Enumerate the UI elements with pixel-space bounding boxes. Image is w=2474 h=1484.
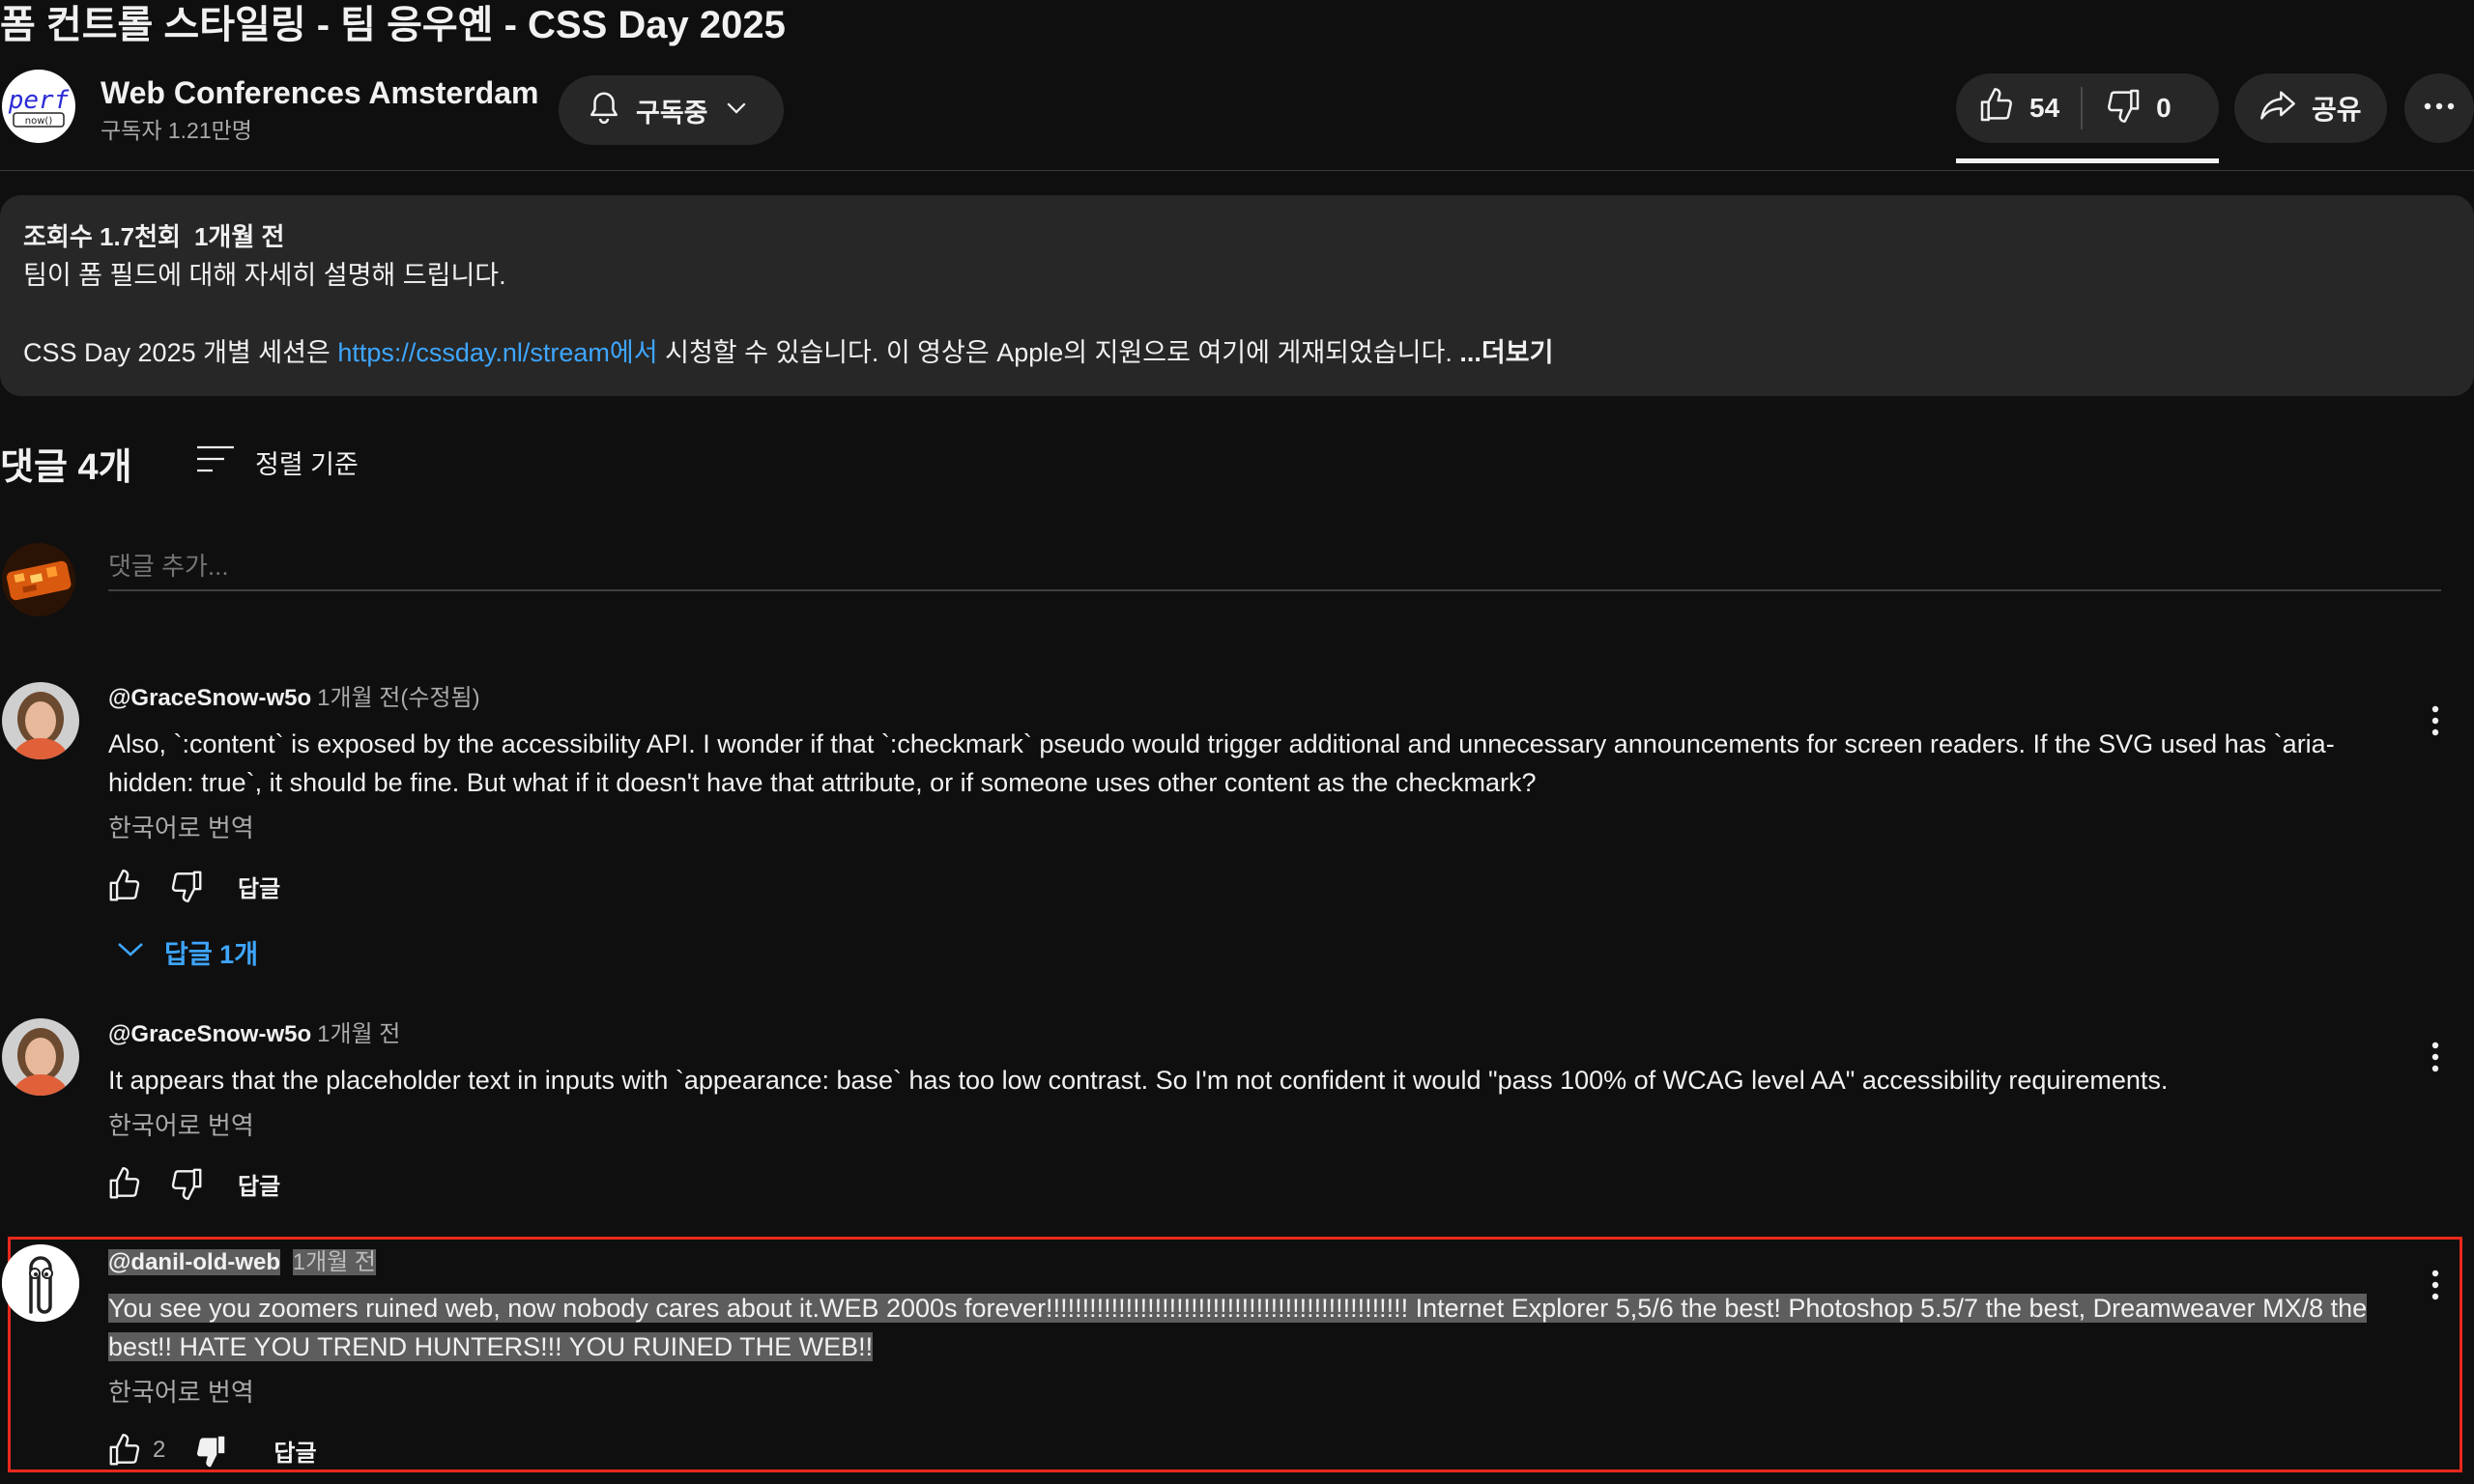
sort-button[interactable]: 정렬 기준	[197, 444, 359, 484]
comment-time[interactable]: 1개월 전(수정됨)	[317, 685, 479, 711]
like-underline	[1956, 158, 2219, 163]
subscribe-label: 구독중	[636, 98, 708, 128]
description-line-2: CSS Day 2025 개별 세션은 https://cssday.nl/st…	[23, 336, 1553, 369]
comment-dislike-button[interactable]	[187, 1426, 235, 1474]
translate-button[interactable]: 한국어로 번역	[108, 1376, 254, 1409]
paperclip-icon	[2, 1244, 79, 1322]
thumbs-up-icon	[109, 1166, 140, 1199]
thumbs-down-icon	[2104, 86, 2143, 131]
thumbs-down-icon	[171, 870, 202, 903]
comment-time[interactable]: 1개월 전	[292, 1249, 376, 1275]
comment-text: You see you zoomers ruined web, now nobo…	[108, 1289, 2408, 1366]
comment-actions: 답글	[101, 862, 280, 910]
comment-author[interactable]: @danil-old-web	[108, 1249, 281, 1275]
comment-like-button[interactable]	[101, 1426, 149, 1474]
commenter-avatar[interactable]	[2, 1018, 79, 1096]
comment-actions: 2 답글	[101, 1426, 317, 1474]
logo-text: perf	[8, 86, 70, 115]
channel-avatar[interactable]: perf now()	[2, 70, 75, 143]
subscribe-button[interactable]: 구독중	[559, 75, 784, 145]
reply-button[interactable]: 답글	[273, 1434, 316, 1468]
description-meta: 조회수 1.7천회 1개월 전	[23, 220, 298, 253]
comment-dislike-button[interactable]	[162, 1159, 211, 1208]
subscriber-count: 구독자 1.21만명	[101, 118, 252, 143]
commenter-avatar[interactable]	[2, 1244, 79, 1322]
comment-header: @danil-old-web 1개월 전	[108, 1248, 376, 1277]
comments-count: 댓글 4개	[0, 447, 132, 488]
chevron-down-icon	[116, 937, 145, 967]
reply-button[interactable]: 답글	[238, 870, 280, 903]
dislike-count: 0	[2156, 93, 2172, 123]
chevron-down-icon	[722, 93, 751, 128]
comment-menu-button[interactable]	[2416, 1038, 2455, 1076]
translate-button[interactable]: 한국어로 번역	[108, 812, 254, 844]
description-line-1: 팀이 폼 필드에 대해 자세히 설명해 드립니다.	[23, 261, 506, 290]
share-icon	[2258, 86, 2298, 131]
add-comment-input[interactable]	[108, 543, 2441, 591]
thumbs-down-icon	[171, 1168, 202, 1201]
comment-like-button[interactable]	[101, 1159, 149, 1208]
comment-text: It appears that the placeholder text in …	[108, 1066, 2169, 1095]
comment-like-button[interactable]	[101, 862, 149, 910]
like-dislike-group: 54 0	[1956, 73, 2219, 143]
channel-name[interactable]: Web Conferences Amsterdam	[101, 73, 538, 112]
more-vertical-icon	[2431, 1042, 2439, 1072]
more-horizontal-icon	[2422, 100, 2457, 117]
comment-author[interactable]: @GraceSnow-w5o	[108, 1021, 311, 1047]
more-vertical-icon	[2431, 705, 2439, 736]
share-label: 공유	[2312, 95, 2362, 125]
translate-button[interactable]: 한국어로 번역	[108, 1109, 254, 1142]
upload-age: 1개월 전	[193, 222, 285, 251]
show-more-button[interactable]: ...더보기	[1459, 338, 1553, 367]
like-count: 54	[2029, 93, 2060, 123]
view-count: 조회수 1.7천회	[23, 222, 181, 251]
comment-header: @GraceSnow-w5o 1개월 전	[108, 1020, 400, 1049]
comment-menu-button[interactable]	[2416, 1266, 2455, 1304]
like-button[interactable]: 54	[1956, 73, 2081, 143]
bell-icon	[586, 88, 622, 133]
more-actions-button[interactable]	[2404, 73, 2474, 143]
share-button[interactable]: 공유	[2234, 73, 2387, 143]
comment-author[interactable]: @GraceSnow-w5o	[108, 685, 311, 711]
logo-subtext: now()	[25, 116, 53, 127]
thumbs-up-icon	[109, 869, 140, 901]
comment-header: @GraceSnow-w5o 1개월 전(수정됨)	[108, 684, 480, 713]
sort-icon	[197, 444, 234, 484]
stream-link[interactable]: https://cssday.nl/stream에서	[337, 338, 657, 367]
comment-like-count: 2	[153, 1437, 166, 1463]
sort-label: 정렬 기준	[255, 449, 359, 479]
comment-text-line-2: best!! HATE YOU TREND HUNTERS!!! YOU RUI…	[108, 1332, 874, 1361]
reply-button[interactable]: 답글	[238, 1167, 280, 1201]
commenter-avatar[interactable]	[2, 682, 79, 759]
replies-toggle[interactable]: 답글 1개	[116, 933, 258, 971]
comment-time[interactable]: 1개월 전	[317, 1021, 400, 1047]
replies-label: 답글 1개	[164, 940, 259, 969]
user-avatar	[2, 543, 75, 616]
perf-now-logo: perf now()	[8, 86, 70, 128]
comment-dislike-button[interactable]	[162, 862, 211, 910]
comment-menu-button[interactable]	[2416, 701, 2455, 740]
header-divider	[0, 170, 2474, 171]
comment-text-line-1: You see you zoomers ruined web, now nobo…	[108, 1294, 2368, 1323]
dislike-button[interactable]: 0	[2083, 73, 2193, 143]
comment-text: Also, `:content` is exposed by the acces…	[108, 729, 2335, 797]
description-text-suffix: 시청할 수 있습니다. 이 영상은 Apple의 지원으로 여기에 게재되었습니…	[657, 338, 1453, 367]
thumbs-down-filled-icon	[197, 1436, 225, 1468]
thumbs-up-icon	[109, 1433, 140, 1466]
comment-actions: 답글	[101, 1159, 280, 1208]
thumbs-up-icon	[1977, 86, 2016, 131]
more-vertical-icon	[2431, 1270, 2439, 1300]
description-text-prefix: CSS Day 2025 개별 세션은	[23, 338, 338, 367]
video-title: 폼 컨트롤 스타일링 - 팀 응우옌 - CSS Day 2025	[0, 4, 786, 46]
